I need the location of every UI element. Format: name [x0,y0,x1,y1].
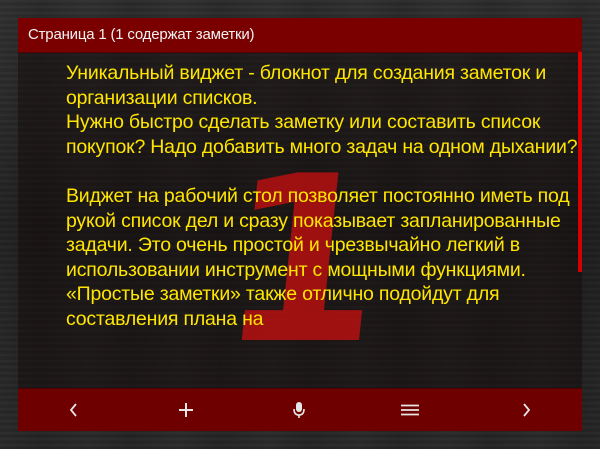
next-page-button[interactable] [496,389,556,431]
note-paragraph: Нужно быстро сделать заметку или состави… [66,111,578,158]
desktop-background: Страница 1 (1 содержат заметки) 1 Уникал… [0,0,600,449]
note-blank-line [66,159,578,184]
page-title: Страница 1 (1 содержат заметки) [28,26,255,43]
chevron-right-icon [521,403,531,417]
note-content-area[interactable]: 1 Уникальный виджет - блокнот для создан… [18,52,582,389]
scrollbar-thumb[interactable] [578,52,582,272]
note-paragraph: Уникальный виджет - блокнот для создания… [66,62,547,109]
scrollbar[interactable] [578,52,582,389]
microphone-icon [292,401,306,419]
plus-icon [178,402,194,418]
note-paragraph: Виджет на рабочий стол позволяет постоян… [66,184,570,330]
menu-button[interactable] [380,389,440,431]
note-text[interactable]: Уникальный виджет - блокнот для создания… [66,61,578,332]
hamburger-menu-icon [401,404,419,416]
widget-header[interactable]: Страница 1 (1 содержат заметки) [18,18,582,53]
prev-page-button[interactable] [44,389,104,431]
add-note-button[interactable] [156,389,216,431]
voice-input-button[interactable] [269,389,329,431]
notes-widget: Страница 1 (1 содержат заметки) 1 Уникал… [18,18,582,431]
bottom-toolbar [18,388,582,431]
chevron-left-icon [69,403,79,417]
